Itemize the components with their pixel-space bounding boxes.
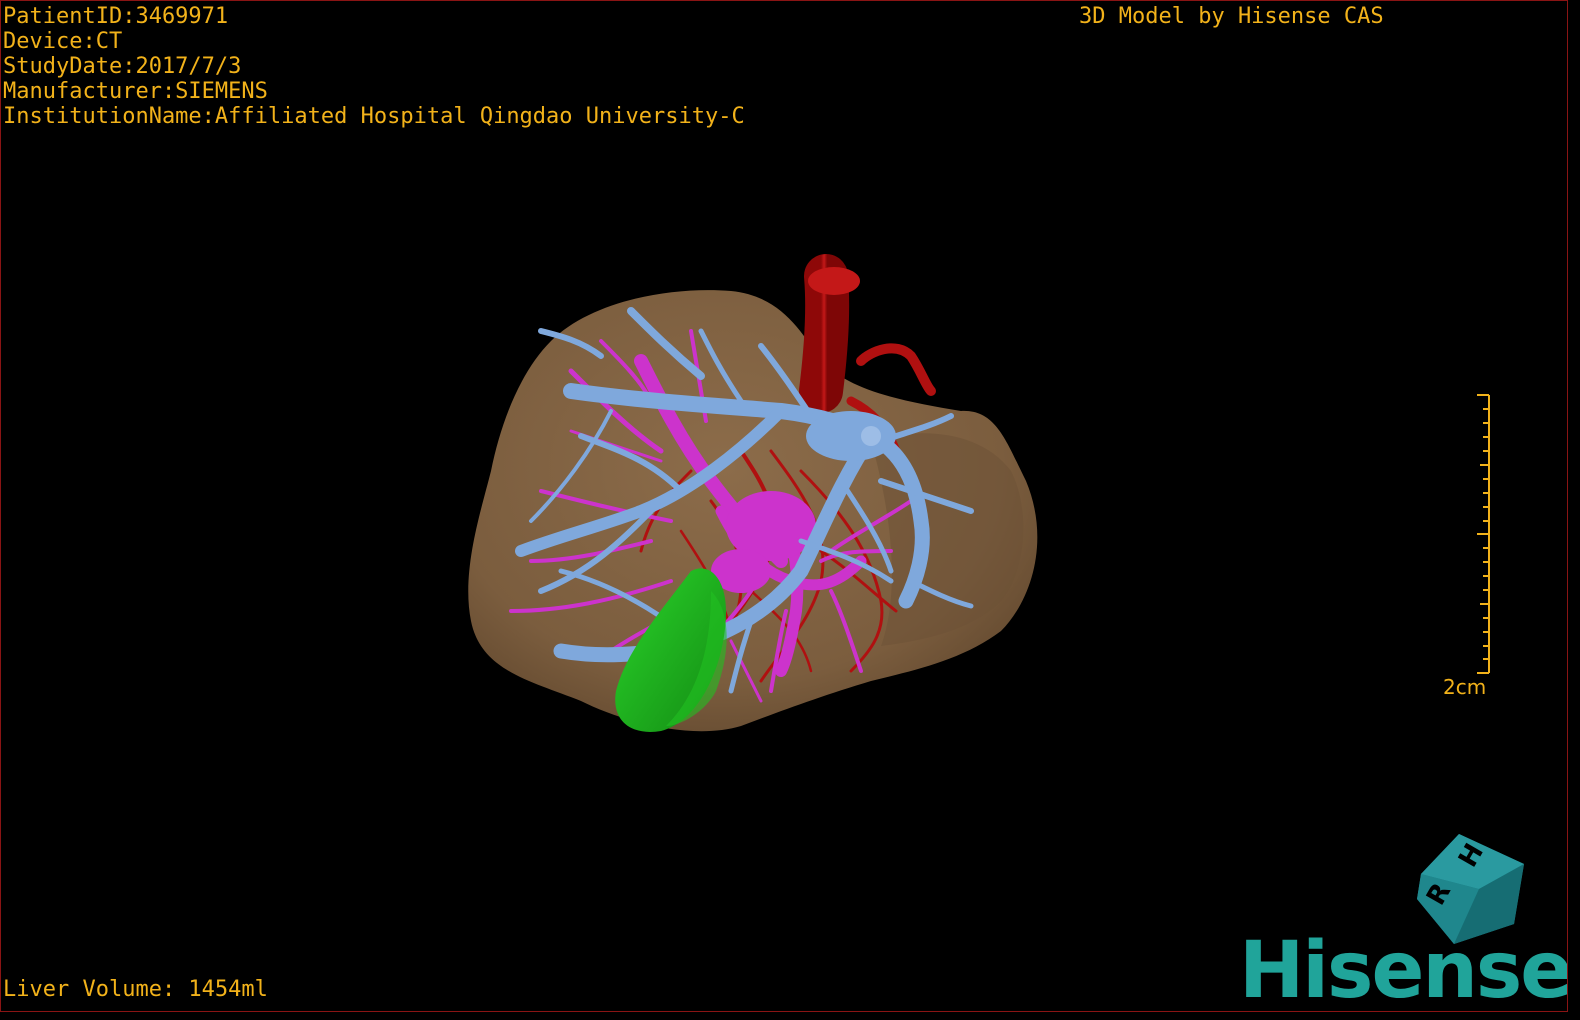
3d-viewport[interactable]: PatientID:3469971 Device:CT StudyDate:20… bbox=[0, 0, 1568, 1012]
patient-info-panel: PatientID:3469971 Device:CT StudyDate:20… bbox=[3, 4, 745, 129]
liver-volume-text: Liver Volume: 1454ml bbox=[3, 977, 268, 1002]
hisense-logo: Hisense bbox=[1239, 926, 1568, 1012]
patient-id-text: PatientID:3469971 bbox=[3, 4, 229, 29]
device-text: Device:CT bbox=[3, 29, 123, 54]
scale-bar bbox=[1477, 394, 1490, 674]
model-credit-text: 3D Model by Hisense CAS bbox=[1079, 4, 1384, 29]
scale-label: 2cm bbox=[1443, 675, 1487, 699]
institution-text: InstitutionName:Affiliated Hospital Qing… bbox=[3, 104, 745, 129]
manufacturer-text: Manufacturer:SIEMENS bbox=[3, 79, 268, 104]
study-date-text: StudyDate:2017/7/3 bbox=[3, 54, 242, 79]
liver-3d-model[interactable] bbox=[441, 251, 1091, 761]
